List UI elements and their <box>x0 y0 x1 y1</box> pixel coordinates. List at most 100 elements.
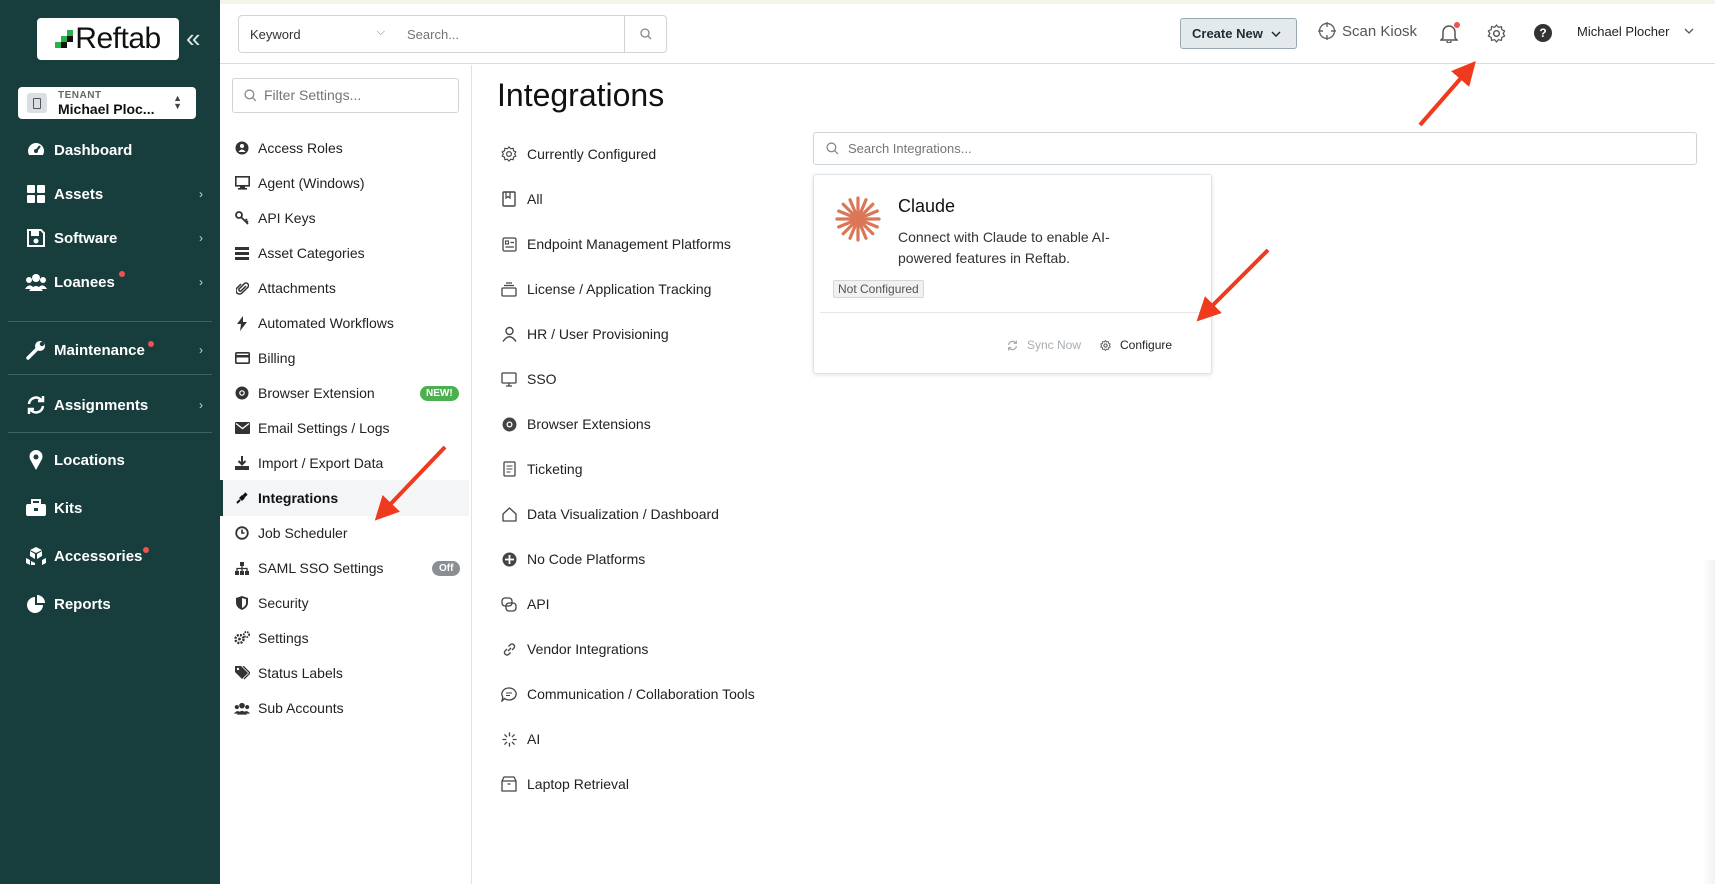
category-sso[interactable]: SSO <box>500 367 557 391</box>
category-browser-extensions[interactable]: Browser Extensions <box>500 412 651 436</box>
configure-label: Configure <box>1120 338 1173 352</box>
collapse-sidebar-icon[interactable]: « <box>186 25 208 51</box>
chat-bubbles-icon <box>500 595 518 613</box>
filter-settings-input[interactable] <box>264 87 444 103</box>
search-type-select[interactable]: Keyword ⌵ <box>238 15 398 53</box>
settings-item-integrations[interactable]: Integrations <box>220 480 469 516</box>
settings-item-security[interactable]: Security <box>220 585 469 621</box>
chevron-right-icon: › <box>199 398 203 412</box>
tenant-label: TENANT <box>58 90 102 101</box>
category-data-visualization[interactable]: Data Visualization / Dashboard <box>500 502 719 526</box>
category-ticketing[interactable]: Ticketing <box>500 457 583 481</box>
sync-now-button[interactable]: Sync Now <box>1007 338 1081 352</box>
settings-item-asset-categories[interactable]: Asset Categories <box>220 235 469 271</box>
category-currently-configured[interactable]: Currently Configured <box>500 142 656 166</box>
scan-kiosk-label: Scan Kiosk <box>1342 22 1418 40</box>
category-hr-user-provisioning[interactable]: HR / User Provisioning <box>500 322 669 346</box>
category-license-tracking[interactable]: License / Application Tracking <box>500 277 711 301</box>
logo-mark-icon <box>55 30 74 48</box>
help-button[interactable]: ? <box>1532 22 1554 44</box>
category-api[interactable]: API <box>500 592 550 616</box>
map-pin-icon <box>25 449 47 471</box>
settings-item-sub-accounts[interactable]: Sub Accounts <box>220 690 469 726</box>
sidebar-item-reports[interactable]: Reports <box>0 584 220 624</box>
reftab-logo[interactable]: Reftab <box>37 18 179 60</box>
user-shield-icon <box>234 140 250 156</box>
search-integrations-field[interactable] <box>813 132 1697 165</box>
sidebar-item-loanees[interactable]: Loanees › <box>0 262 220 302</box>
search-integrations-input[interactable] <box>848 141 1248 156</box>
arrow-to-settings-gear <box>1418 60 1476 127</box>
settings-item-saml-sso[interactable]: SAML SSO Settings Off <box>220 550 469 586</box>
settings-item-api-keys[interactable]: API Keys <box>220 200 469 236</box>
notifications-button[interactable] <box>1438 22 1460 44</box>
sync-icon <box>1008 340 1017 350</box>
package-icon <box>500 775 518 793</box>
sparkle-loader-icon <box>500 730 518 748</box>
category-ai[interactable]: AI <box>500 727 540 751</box>
user-menu[interactable]: Michael Plocher <box>1577 24 1694 39</box>
monitor-icon <box>500 370 518 388</box>
chevron-right-icon: › <box>199 343 203 357</box>
settings-item-label: Sub Accounts <box>258 700 344 716</box>
settings-item-email-settings[interactable]: Email Settings / Logs <box>220 410 469 446</box>
sidebar-item-label: Maintenance <box>54 341 145 359</box>
tenant-selector[interactable]: TENANT Michael Ploc... ▲ ▼ <box>18 87 196 119</box>
users-icon <box>234 700 250 716</box>
settings-item-label: Settings <box>258 630 309 646</box>
settings-item-label: Attachments <box>258 280 336 296</box>
settings-item-label: Automated Workflows <box>258 315 394 331</box>
settings-item-settings[interactable]: Settings <box>220 620 469 656</box>
sidebar-item-assets[interactable]: Assets › <box>0 174 220 214</box>
sidebar-item-kits[interactable]: Kits <box>0 488 220 528</box>
category-laptop-retrieval[interactable]: Laptop Retrieval <box>500 772 629 796</box>
sidebar-item-accessories[interactable]: Accessories <box>0 536 220 576</box>
settings-item-agent-windows[interactable]: Agent (Windows) <box>220 165 469 201</box>
claude-logo-icon <box>835 196 881 242</box>
category-no-code-platforms[interactable]: No Code Platforms <box>500 547 645 571</box>
sidebar-item-software[interactable]: Software › <box>0 218 220 258</box>
link-icon <box>500 640 518 658</box>
settings-item-label: API Keys <box>258 210 316 226</box>
settings-item-automated-workflows[interactable]: Automated Workflows <box>220 305 469 341</box>
sidebar-item-dashboard[interactable]: Dashboard <box>0 130 220 170</box>
settings-item-access-roles[interactable]: Access Roles <box>220 130 469 166</box>
settings-item-billing[interactable]: Billing <box>220 340 469 376</box>
sidebar-divider <box>8 374 212 375</box>
create-new-button[interactable]: Create New <box>1180 18 1297 49</box>
settings-item-import-export[interactable]: Import / Export Data <box>220 445 469 481</box>
gauge-icon <box>25 139 47 161</box>
search-icon <box>244 89 257 102</box>
boxes-icon <box>25 545 47 567</box>
settings-item-status-labels[interactable]: Status Labels <box>220 655 469 691</box>
book-icon <box>500 190 518 208</box>
category-all[interactable]: All <box>500 187 543 211</box>
create-new-label: Create New <box>1192 26 1263 41</box>
user-name: Michael Plocher <box>1577 24 1670 39</box>
building-icon <box>27 93 47 113</box>
settings-item-browser-extension[interactable]: Browser Extension NEW! <box>220 375 469 411</box>
configure-button[interactable]: Configure <box>1100 338 1172 352</box>
search-button[interactable] <box>624 15 667 53</box>
category-endpoint-management[interactable]: Endpoint Management Platforms <box>500 232 731 256</box>
filter-settings-field[interactable] <box>232 78 459 113</box>
settings-item-job-scheduler[interactable]: Job Scheduler <box>220 515 469 551</box>
global-search-input[interactable] <box>397 15 625 53</box>
sync-icon <box>25 394 47 416</box>
scan-kiosk-button[interactable]: Scan Kiosk <box>1318 22 1417 40</box>
settings-button[interactable] <box>1485 22 1507 44</box>
category-communication-tools[interactable]: Communication / Collaboration Tools <box>500 682 755 706</box>
sidebar-item-assignments[interactable]: Assignments › <box>0 385 220 425</box>
category-label: All <box>527 191 543 207</box>
settings-item-attachments[interactable]: Attachments <box>220 270 469 306</box>
chevron-down-icon <box>1684 28 1693 34</box>
logo-text: Reftab <box>75 22 161 55</box>
sidebar-item-locations[interactable]: Locations <box>0 440 220 480</box>
sidebar-item-maintenance[interactable]: Maintenance › <box>0 330 220 370</box>
category-vendor-integrations[interactable]: Vendor Integrations <box>500 637 648 661</box>
floppy-disk-icon <box>25 227 47 249</box>
card-divider <box>820 312 1207 313</box>
integration-title: Claude <box>898 196 956 216</box>
key-icon <box>234 210 250 226</box>
main-sidebar: Reftab « TENANT Michael Ploc... ▲ ▼ Dashb… <box>0 0 220 884</box>
